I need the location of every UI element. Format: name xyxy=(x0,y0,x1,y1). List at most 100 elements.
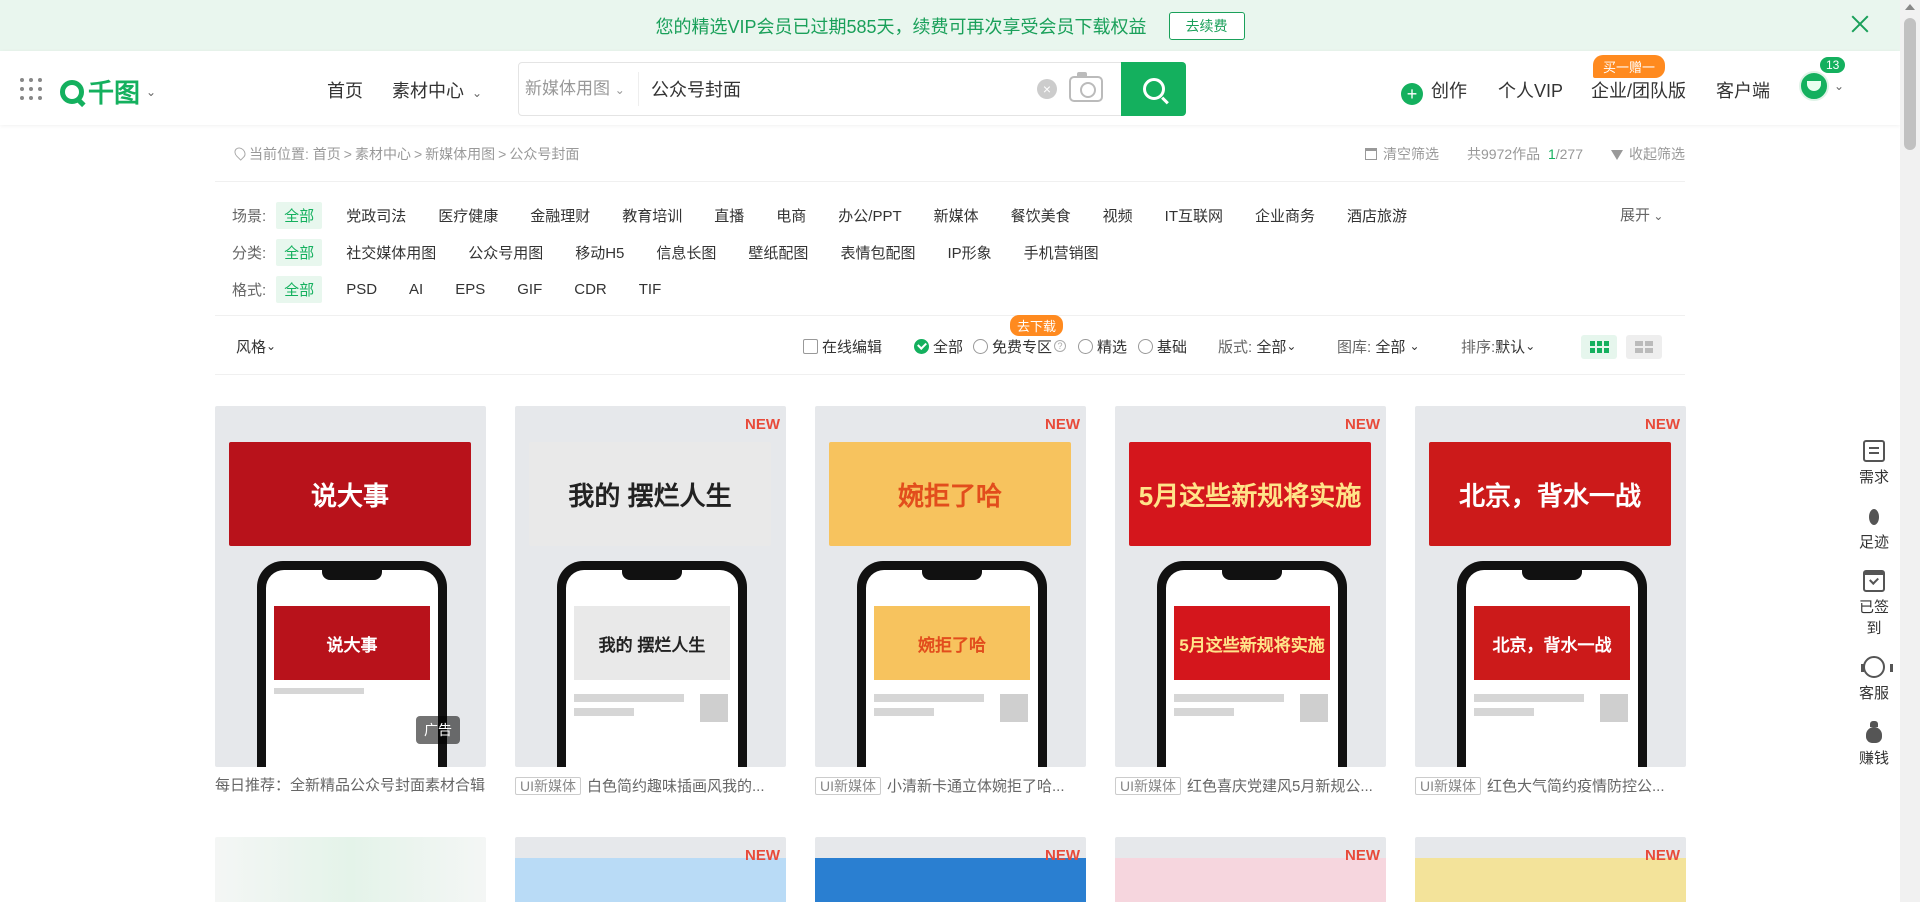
filter-option[interactable]: 企业商务 xyxy=(1247,202,1323,229)
footprint-button[interactable]: 足迹 xyxy=(1855,505,1893,552)
filter-option[interactable]: 餐饮美食 xyxy=(1003,202,1079,229)
filter-option[interactable]: 全部 xyxy=(276,201,323,229)
filter-option[interactable]: GIF xyxy=(509,278,550,301)
filter-option[interactable]: 电商 xyxy=(768,202,814,229)
client-link[interactable]: 客户端 xyxy=(1716,77,1770,103)
help-icon[interactable]: ? xyxy=(1054,340,1067,352)
layout-dropdown[interactable]: 版式: 全部 ⌄ xyxy=(1218,334,1296,358)
filter-option[interactable]: 表情包配图 xyxy=(832,239,923,266)
radio-featured[interactable]: 精选 xyxy=(1078,334,1127,358)
radio-basic[interactable]: 基础 xyxy=(1138,334,1187,358)
filter-option[interactable]: 公众号用图 xyxy=(460,239,551,266)
personal-vip-link[interactable]: 个人VIP xyxy=(1498,77,1563,103)
card-thumbnail[interactable]: NEW xyxy=(515,837,786,902)
material-card[interactable]: NEW 婉拒了哈 婉拒了哈 UI新媒体 小清新卡通立体婉拒了哈... xyxy=(815,406,1086,797)
filter-option[interactable]: 移动H5 xyxy=(567,239,632,266)
style-dropdown[interactable]: 风格 ⌄ xyxy=(236,334,276,358)
filter-option[interactable]: 全部 xyxy=(276,275,323,303)
material-card[interactable]: NEW 5月这些新规将实施 5月这些新规将实施 UI新媒体 红色喜庆党建风5月新规公..… xyxy=(1115,406,1386,797)
radio-free-zone[interactable]: 免费专区? xyxy=(973,334,1067,358)
card-thumbnail[interactable]: NEW xyxy=(1115,837,1386,902)
filter-option[interactable]: 党政司法 xyxy=(338,202,414,229)
filter-option[interactable]: 医疗健康 xyxy=(430,202,506,229)
filter-option[interactable]: 社交媒体用图 xyxy=(338,239,444,266)
material-card[interactable]: NEW xyxy=(515,837,786,902)
card-thumbnail[interactable]: 说大事 说大事 广告 xyxy=(215,406,486,767)
earn-button[interactable]: 赚钱 xyxy=(1855,721,1893,768)
enterprise-link[interactable]: 企业/团队版 xyxy=(1591,77,1686,103)
card-thumbnail[interactable]: NEW xyxy=(815,837,1086,902)
card-title[interactable]: UI新媒体 红色大气简约疫情防控公... xyxy=(1415,775,1686,797)
filter-option[interactable]: 手机营销图 xyxy=(1016,239,1107,266)
scroll-up-arrow-icon[interactable] xyxy=(1905,4,1915,10)
search-button[interactable] xyxy=(1121,62,1186,116)
breadcrumb-item[interactable]: 新媒体用图 xyxy=(425,146,495,162)
material-card[interactable]: NEW xyxy=(1415,837,1686,902)
filter-option[interactable]: 办公/PPT xyxy=(830,202,909,229)
large-view-button[interactable] xyxy=(1626,335,1662,359)
filter-option[interactable]: 壁纸配图 xyxy=(740,239,816,266)
requirement-button[interactable]: 需求 xyxy=(1855,440,1893,487)
material-card[interactable]: NEW 北京，背水一战 北京，背水一战 UI新媒体 红色大气简约疫情防控公... xyxy=(1415,406,1686,797)
renew-button[interactable]: 去续费 xyxy=(1168,11,1245,40)
checkin-button[interactable]: 已签到 xyxy=(1855,570,1893,638)
card-caption: 每日推荐：全新精品公众号封面素材合辑 xyxy=(215,777,486,794)
filter-option[interactable]: 酒店旅游 xyxy=(1339,202,1415,229)
card-thumbnail[interactable]: NEW 北京，背水一战 北京，背水一战 xyxy=(1415,406,1686,767)
filter-option[interactable]: 金融理财 xyxy=(522,202,598,229)
filter-option[interactable]: 全部 xyxy=(276,238,323,266)
clear-icon[interactable]: × xyxy=(1037,79,1057,99)
filter-option[interactable]: 新媒体 xyxy=(926,202,987,229)
filter-option[interactable]: IT互联网 xyxy=(1157,202,1231,229)
apps-grid-icon[interactable] xyxy=(20,78,42,100)
grid-view-button[interactable] xyxy=(1581,335,1617,359)
scrollbar[interactable] xyxy=(1900,0,1920,902)
filter-option[interactable]: TIF xyxy=(631,278,670,301)
close-icon[interactable] xyxy=(1848,12,1872,36)
card-thumbnail[interactable]: NEW 婉拒了哈 婉拒了哈 xyxy=(815,406,1086,767)
chevron-down-icon[interactable]: ⌄ xyxy=(1834,79,1844,93)
filter-option[interactable]: PSD xyxy=(338,278,385,301)
material-card[interactable]: NEW xyxy=(1115,837,1386,902)
material-card[interactable]: NEW xyxy=(815,837,1086,902)
breadcrumb-item[interactable]: 首页 xyxy=(313,146,341,162)
online-edit-checkbox[interactable]: 在线编辑 xyxy=(803,334,882,358)
scrollbar-thumb[interactable] xyxy=(1904,18,1916,150)
filter-option[interactable]: AI xyxy=(401,278,431,301)
card-thumbnail[interactable] xyxy=(215,837,486,902)
breadcrumb-item[interactable]: 素材中心 xyxy=(355,146,411,162)
material-card[interactable] xyxy=(215,837,486,902)
site-logo[interactable]: 千图 ⌄ xyxy=(60,73,156,110)
card-thumbnail[interactable]: NEW 5月这些新规将实施 5月这些新规将实施 xyxy=(1115,406,1386,767)
nav-material-center[interactable]: 素材中心 ⌄ xyxy=(392,77,482,103)
gallery-dropdown[interactable]: 图库: 全部 ⌄ xyxy=(1337,334,1420,358)
nav-home[interactable]: 首页 xyxy=(327,77,363,103)
filter-option[interactable]: EPS xyxy=(447,278,493,301)
material-card[interactable]: 说大事 说大事 广告每日推荐：全新精品公众号封面素材合辑 xyxy=(215,406,486,797)
clear-filters-button[interactable]: 清空筛选 xyxy=(1365,144,1439,164)
filter-option[interactable]: 直播 xyxy=(706,202,752,229)
expand-filters-button[interactable]: 展开 ⌄ xyxy=(1620,204,1663,225)
radio-all[interactable]: 全部 xyxy=(914,334,963,358)
filter-option[interactable]: 信息长图 xyxy=(648,239,724,266)
card-title[interactable]: UI新媒体 白色简约趣味插画风我的... xyxy=(515,775,786,797)
collapse-filters-button[interactable]: 收起筛选 xyxy=(1611,144,1685,164)
material-card[interactable]: NEW 我的 摆烂人生 我的 摆烂人生 UI新媒体 白色简约趣味插画风我的... xyxy=(515,406,786,797)
card-thumbnail[interactable]: NEW xyxy=(1415,837,1686,902)
search-category-select[interactable]: 新媒体用图 ⌄ xyxy=(519,72,639,106)
filter-option[interactable]: CDR xyxy=(566,278,615,301)
card-title[interactable]: 每日推荐：全新精品公众号封面素材合辑 xyxy=(215,775,486,797)
search-input[interactable] xyxy=(639,78,1037,100)
filter-option[interactable]: 教育培训 xyxy=(614,202,690,229)
card-title[interactable]: UI新媒体 小清新卡通立体婉拒了哈... xyxy=(815,775,1086,797)
avatar[interactable] xyxy=(1799,71,1829,101)
card-title[interactable]: UI新媒体 红色喜庆党建风5月新规公... xyxy=(1115,775,1386,797)
filter-option[interactable]: 视频 xyxy=(1095,202,1141,229)
filter-option[interactable]: IP形象 xyxy=(939,239,999,266)
create-button[interactable]: + 创作 xyxy=(1401,77,1467,105)
gallery-label: 图库: xyxy=(1337,338,1372,356)
sort-dropdown[interactable]: 排序: 默认 ⌄ xyxy=(1461,334,1535,358)
card-thumbnail[interactable]: NEW 我的 摆烂人生 我的 摆烂人生 xyxy=(515,406,786,767)
support-button[interactable]: 客服 xyxy=(1855,656,1893,703)
camera-icon[interactable] xyxy=(1069,72,1103,102)
